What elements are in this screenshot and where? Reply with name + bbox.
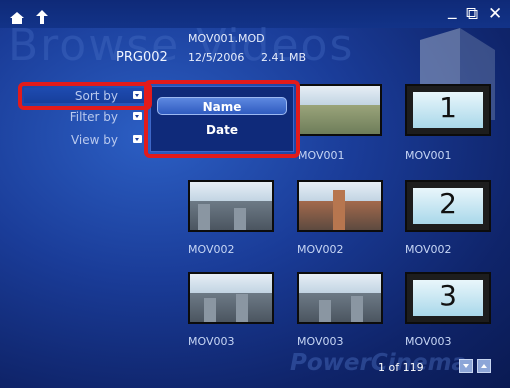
video-thumbnail[interactable] (296, 84, 382, 136)
page-indicator: 1 of 119 (378, 361, 424, 374)
dropdown-arrow-icon (133, 112, 142, 120)
minimize-button[interactable]: _ (448, 2, 457, 19)
folder-name: PRG002 (116, 50, 168, 65)
placeholder-number: 3 (439, 279, 457, 312)
highlight-sort-menu (144, 80, 300, 158)
view-by-label: View by (70, 133, 118, 147)
page-down-button[interactable] (459, 359, 473, 373)
video-thumbnail[interactable] (297, 272, 383, 324)
page-up-button[interactable] (477, 359, 491, 373)
file-name: MOV001.MOD (188, 32, 265, 45)
placeholder-number: 1 (439, 91, 457, 124)
video-caption: MOV002 (188, 243, 235, 256)
dropdown-arrow-icon (133, 135, 142, 143)
filter-by-option[interactable]: Filter by (24, 109, 148, 124)
video-caption: MOV003 (188, 335, 235, 348)
filter-by-label: Filter by (69, 110, 118, 124)
video-caption: MOV002 (405, 243, 452, 256)
video-caption: MOV002 (297, 243, 344, 256)
back-icon[interactable] (36, 9, 48, 24)
video-thumbnail[interactable] (188, 272, 274, 324)
file-date: 12/5/2006 (188, 51, 245, 64)
placeholder-number: 2 (439, 187, 457, 220)
view-by-option[interactable]: View by (24, 132, 148, 147)
video-caption: MOV003 (297, 335, 344, 348)
highlight-sort-by (18, 82, 152, 110)
video-thumbnail[interactable] (188, 180, 274, 232)
home-icon[interactable] (10, 9, 24, 24)
video-caption: MOV003 (405, 335, 452, 348)
file-size: 2.41 MB (261, 51, 307, 64)
video-thumbnail[interactable] (297, 180, 383, 232)
video-browser-window: Browse Videos _ ⧉ ✕ MOV001.MOD PRG002 12… (0, 0, 510, 388)
video-caption: MOV001 (298, 149, 345, 162)
video-thumbnail[interactable]: 1 (405, 84, 491, 136)
video-thumbnail[interactable]: 2 (405, 180, 491, 232)
video-caption: MOV001 (405, 149, 452, 162)
video-thumbnail[interactable]: 3 (405, 272, 491, 324)
